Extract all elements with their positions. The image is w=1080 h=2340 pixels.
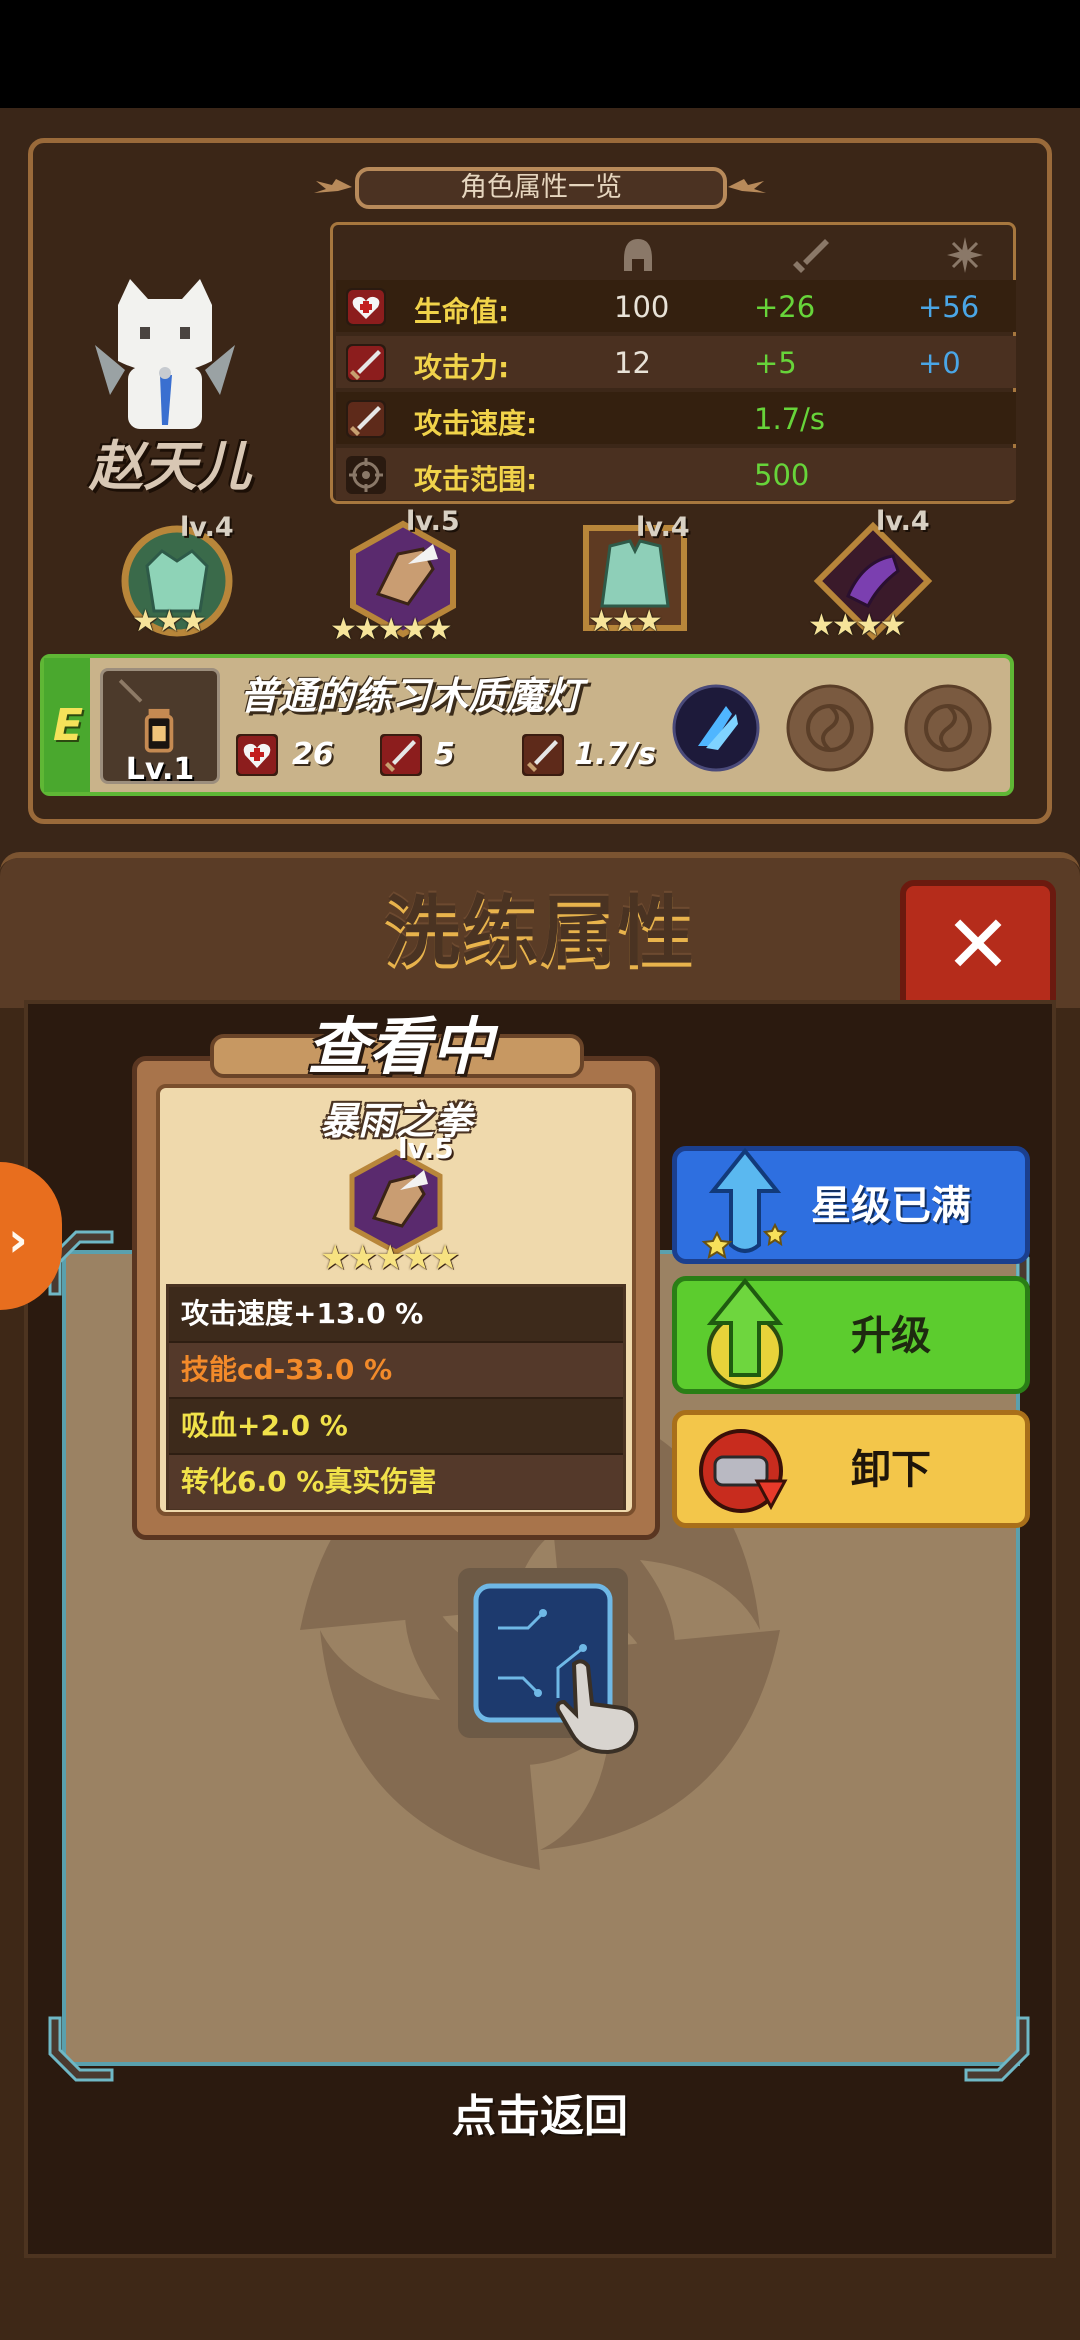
tap-to-return[interactable]: 点击返回: [0, 2080, 1080, 2144]
item-level: lv.5: [398, 1132, 454, 1165]
sword-icon: [346, 344, 386, 382]
sparkle-icon: [945, 235, 985, 275]
star-full-button[interactable]: 星级已满: [672, 1146, 1030, 1264]
equip-stars: ★★★: [588, 604, 663, 639]
skill-orb-locked[interactable]: [904, 684, 992, 772]
star-full-label: 星级已满: [811, 1183, 971, 1229]
sword-icon: [380, 734, 422, 776]
stat-row-range: 攻击范围: 500: [336, 448, 1016, 500]
heart-icon: [236, 734, 278, 776]
crosshair-icon: [346, 456, 386, 494]
attribute-row: 转化6.0 %真实伤害: [169, 1455, 623, 1509]
skill-orb-locked[interactable]: [786, 684, 874, 772]
stats-table: 生命值: 100 +26 +56 攻击力: 12 +5 +0 攻击速度: 1.7…: [330, 222, 1016, 504]
sword-column-icon: [791, 235, 831, 275]
stat-base-value: 12: [614, 346, 651, 380]
character-name: 赵天儿: [89, 435, 251, 498]
stat-label: 生命值:: [414, 295, 510, 328]
pointing-hand-icon: [552, 1656, 642, 1756]
character-avatar[interactable]: [90, 275, 240, 445]
panel-title: 角色属性一览: [355, 167, 727, 209]
ornament-right-icon: [728, 177, 768, 197]
attribute-row: 攻击速度+13.0 %: [169, 1287, 623, 1341]
equip-level: lv.4: [180, 512, 234, 543]
stat-extra-value: +56: [918, 290, 980, 324]
item-name: 暴雨之拳: [319, 1099, 472, 1143]
equip-stars: ★★★★★: [330, 612, 452, 647]
frame-corner-icon: [46, 2014, 116, 2084]
stat-bonus-value: 1.7/s: [754, 402, 825, 436]
sword-icon: [346, 400, 386, 438]
equip-stars: ★★★: [132, 604, 207, 639]
stat-bonus-value: +5: [754, 346, 797, 380]
item-attribute-list: 攻击速度+13.0 % 技能cd-33.0 % 吸血+2.0 % 转化6.0 %…: [166, 1284, 626, 1510]
stat-extra-value: +0: [918, 346, 961, 380]
unequip-label: 卸下: [851, 1447, 931, 1493]
stat-row-attack: 攻击力: 12 +5 +0: [336, 336, 1016, 388]
stat-base-value: 100: [614, 290, 670, 324]
equip-level: lv.4: [876, 506, 930, 537]
weapon-attack-value: 5: [434, 737, 455, 772]
attribute-row: 技能cd-33.0 %: [169, 1343, 623, 1397]
upgrade-button[interactable]: 升级: [672, 1276, 1030, 1394]
stat-bonus-value: +26: [754, 290, 816, 324]
stat-bonus-value: 500: [754, 458, 810, 492]
weapon-hp-value: 26: [292, 737, 334, 772]
weapon-level: Lv.1: [125, 752, 195, 787]
frame-corner-icon: [962, 2014, 1032, 2084]
stat-label: 攻击力:: [414, 351, 510, 384]
stat-label: 攻击范围:: [414, 463, 538, 496]
equip-level: lv.5: [406, 506, 460, 537]
skill-orb-active[interactable]: [672, 684, 760, 772]
item-stars: ★★★★★: [320, 1238, 460, 1278]
stat-row-attack-speed: 攻击速度: 1.7/s: [336, 392, 1016, 444]
ornament-left-icon: [312, 177, 352, 197]
weapon-name: 普通的练习木质魔灯: [240, 674, 583, 718]
close-button[interactable]: ✕: [900, 880, 1056, 1016]
weapon-grade: E: [52, 700, 84, 751]
equip-level: lv.4: [636, 512, 690, 543]
attribute-row: 吸血+2.0 %: [169, 1399, 623, 1453]
viewing-label: 查看中: [306, 1010, 493, 1083]
sword-icon: [522, 734, 564, 776]
weapon-speed-value: 1.7/s: [574, 737, 656, 772]
equip-stars: ★★★★: [808, 608, 907, 643]
stat-label: 攻击速度:: [414, 407, 538, 440]
heart-icon: [346, 288, 386, 326]
stat-row-hp: 生命值: 100 +26 +56: [336, 280, 1016, 332]
chevron-right-icon: ›: [8, 1212, 28, 1268]
upgrade-label: 升级: [851, 1313, 931, 1359]
unequip-button[interactable]: 卸下: [672, 1410, 1030, 1528]
helmet-icon: [618, 235, 658, 275]
